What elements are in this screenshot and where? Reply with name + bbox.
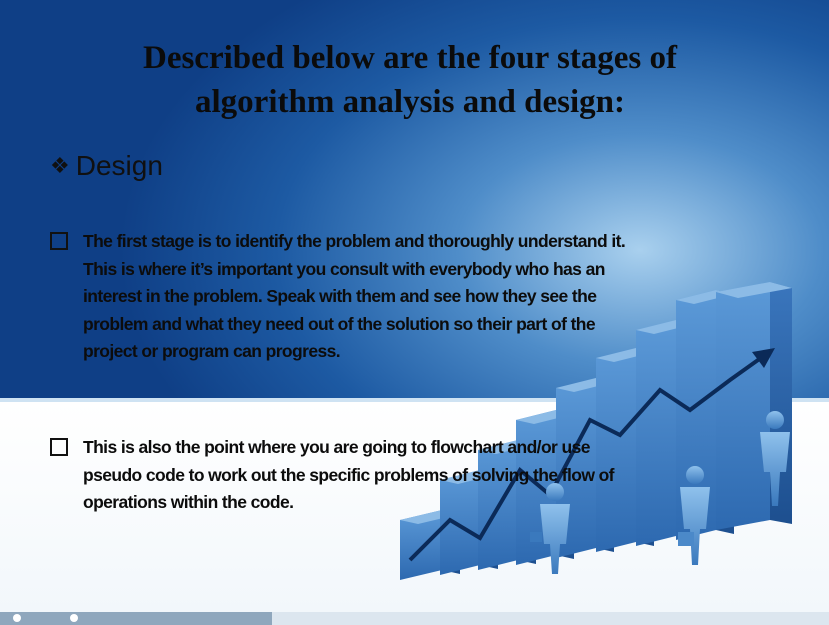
slide-title: Described below are the four stages of a… xyxy=(60,36,760,124)
square-bullet-icon xyxy=(50,232,68,250)
bullet-item-2: This is also the point where you are goi… xyxy=(50,434,770,517)
title-line-1: Described below are the four stages of xyxy=(142,40,678,76)
bullet-1-line-5: project or program can progress. xyxy=(83,341,341,361)
bullet-1-line-3: interest in the problem. Speak with them… xyxy=(83,286,597,306)
square-bullet-icon xyxy=(50,438,68,456)
diamond-bullet-icon: ❖ xyxy=(50,153,70,178)
bullet-2-line-1: This is also the point where you are goi… xyxy=(83,437,590,457)
bullet-text-2: This is also the point where you are goi… xyxy=(83,434,615,517)
bullet-text-1: The first stage is to identify the probl… xyxy=(83,228,626,366)
bullet-2-line-2: pseudo code to work out the specific pro… xyxy=(83,464,615,485)
bullet-1-line-1: The first stage is to identify the probl… xyxy=(83,231,626,251)
footer-bar-dark-segment xyxy=(0,612,272,625)
section-heading: ❖ Design xyxy=(50,150,163,182)
bullet-item-1: The first stage is to identify the probl… xyxy=(50,228,770,366)
bullet-1-line-4: problem and what they need out of the so… xyxy=(83,313,596,334)
title-line-2: algorithm analysis and design: xyxy=(195,84,625,120)
bullet-2-line-3: operations within the code. xyxy=(83,492,294,512)
heading-text: Design xyxy=(75,150,163,181)
slide: Described below are the four stages of a… xyxy=(0,0,829,625)
footer-dot-icon xyxy=(70,614,78,622)
footer-dot-icon xyxy=(13,614,21,622)
bullet-1-line-2: This is where it’s important you consult… xyxy=(83,258,605,279)
